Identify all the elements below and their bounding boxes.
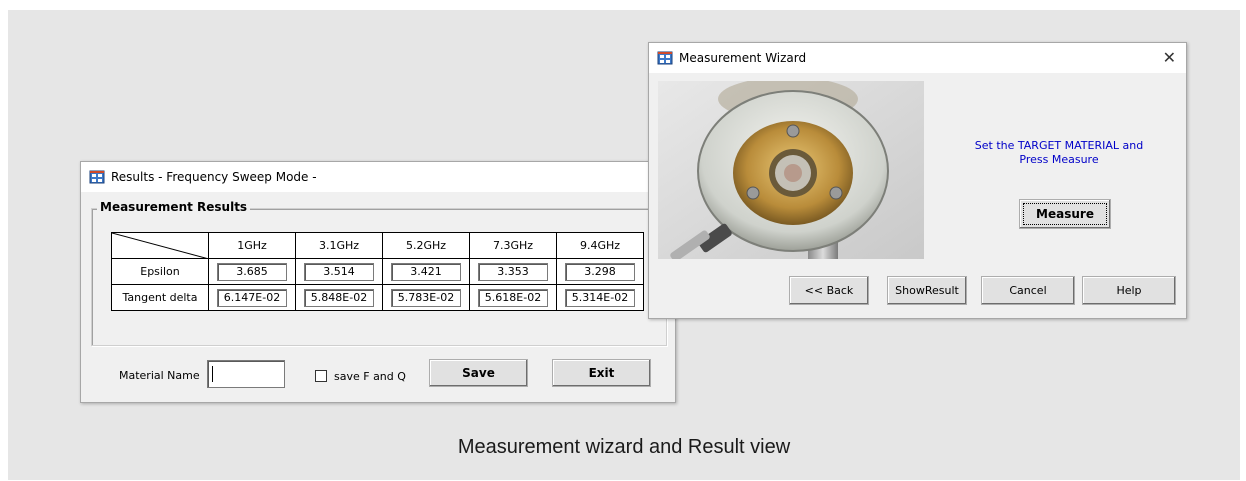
- help-button[interactable]: Help: [1082, 276, 1176, 305]
- column-header: 1GHz: [208, 232, 296, 259]
- table-row: Epsilon 3.685 3.514 3.421 3.353 3.298: [111, 258, 644, 285]
- results-window: Results - Frequency Sweep Mode - Measure…: [80, 161, 676, 403]
- value-field[interactable]: 3.353: [478, 262, 548, 281]
- table-cell: 5.783E-02: [382, 284, 470, 311]
- row-label-tangent-delta: Tangent delta: [111, 284, 209, 311]
- show-result-button[interactable]: ShowResult: [887, 276, 967, 305]
- table-cell: 6.147E-02: [208, 284, 296, 311]
- back-button[interactable]: << Back: [789, 276, 869, 305]
- exit-button[interactable]: Exit: [552, 359, 651, 387]
- screenshot-background: Results - Frequency Sweep Mode - Measure…: [8, 10, 1240, 480]
- material-name-label: Material Name: [119, 369, 200, 382]
- value-field[interactable]: 3.421: [391, 262, 461, 281]
- results-window-title: Results - Frequency Sweep Mode -: [111, 170, 317, 184]
- app-window-icon: [89, 170, 105, 184]
- value-field[interactable]: 3.298: [565, 262, 635, 281]
- app-window-icon: [657, 51, 673, 65]
- fixture-illustration: [658, 81, 924, 259]
- results-titlebar: Results - Frequency Sweep Mode -: [81, 162, 675, 192]
- column-header: 3.1GHz: [295, 232, 383, 259]
- column-header: 9.4GHz: [556, 232, 644, 259]
- figure-caption: Measurement wizard and Result view: [457, 436, 791, 458]
- table-cell: 5.848E-02: [295, 284, 383, 311]
- measurement-wizard-window: Measurement Wizard ✕ Set the TARGET MATE…: [648, 42, 1187, 319]
- table-cell: 3.514: [295, 258, 383, 285]
- close-icon[interactable]: ✕: [1163, 48, 1176, 67]
- value-field[interactable]: 3.514: [304, 262, 374, 281]
- fixture-photo: [658, 81, 924, 259]
- measurement-results-group-title: Measurement Results: [97, 200, 251, 214]
- table-header-row: 1GHz 3.1GHz 5.2GHz 7.3GHz 9.4GHz: [111, 232, 644, 259]
- wizard-titlebar: Measurement Wizard ✕: [649, 43, 1186, 73]
- cancel-button[interactable]: Cancel: [981, 276, 1075, 305]
- table-cell: 3.298: [556, 258, 644, 285]
- table-row: Tangent delta 6.147E-02 5.848E-02 5.783E…: [111, 284, 644, 311]
- table-cell: 3.685: [208, 258, 296, 285]
- wizard-instruction: Set the TARGET MATERIAL and Press Measur…: [945, 139, 1173, 167]
- save-button[interactable]: Save: [429, 359, 528, 387]
- wizard-window-title: Measurement Wizard: [679, 51, 807, 65]
- text-cursor: [212, 366, 213, 382]
- table-cell: 3.353: [469, 258, 557, 285]
- material-name-input[interactable]: [207, 360, 285, 388]
- column-header: 5.2GHz: [382, 232, 470, 259]
- table-corner-cell: [111, 232, 209, 259]
- table-cell: 3.421: [382, 258, 470, 285]
- row-label-epsilon: Epsilon: [111, 258, 209, 285]
- save-f-and-q-label: save F and Q: [334, 370, 406, 383]
- value-field[interactable]: 5.314E-02: [565, 288, 635, 307]
- value-field[interactable]: 6.147E-02: [217, 288, 287, 307]
- save-f-and-q-checkbox[interactable]: [315, 370, 327, 382]
- measure-button[interactable]: Measure: [1019, 199, 1111, 229]
- diagonal-line: [112, 233, 209, 259]
- table-cell: 5.618E-02: [469, 284, 557, 311]
- column-header: 7.3GHz: [469, 232, 557, 259]
- value-field[interactable]: 3.685: [217, 262, 287, 281]
- table-cell: 5.314E-02: [556, 284, 644, 311]
- instruction-line-2: Press Measure: [1019, 153, 1099, 166]
- value-field[interactable]: 5.783E-02: [391, 288, 461, 307]
- instruction-line-1: Set the TARGET MATERIAL and: [974, 139, 1144, 152]
- results-table: 1GHz 3.1GHz 5.2GHz 7.3GHz 9.4GHz Epsilon…: [111, 232, 644, 311]
- value-field[interactable]: 5.848E-02: [304, 288, 374, 307]
- value-field[interactable]: 5.618E-02: [478, 288, 548, 307]
